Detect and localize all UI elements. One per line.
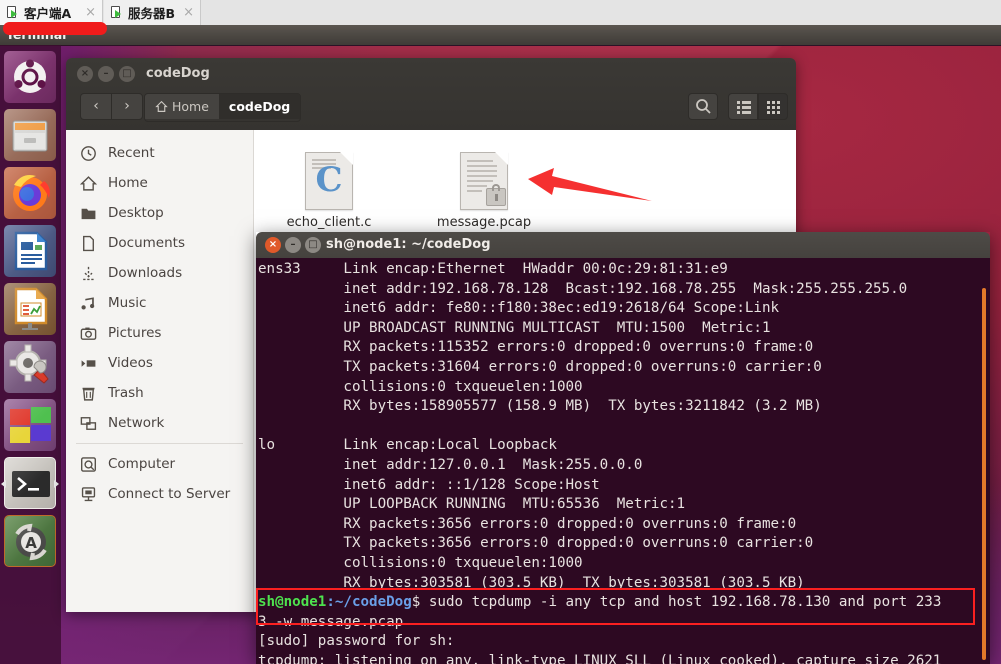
- terminal-window: × – □ sh@node1: ~/codeDog ens33 Link enc…: [256, 232, 990, 664]
- file-item-echo-client-c[interactable]: C echo_client.c: [274, 152, 384, 230]
- sidebar-item-label: Videos: [108, 355, 153, 371]
- forward-button[interactable]: ›: [111, 93, 143, 120]
- camera-icon: [80, 327, 97, 340]
- terminal-minimize-button[interactable]: –: [285, 237, 301, 253]
- breadcrumb-label: codeDog: [228, 99, 291, 114]
- music-icon: [81, 296, 95, 309]
- sidebar-divider: [76, 443, 243, 444]
- back-button[interactable]: ‹: [80, 93, 112, 120]
- annotation-highlight-box: [256, 588, 975, 625]
- sidebar-item-connect-to-server[interactable]: Connect to Server: [66, 479, 253, 509]
- file-manager-title: codeDog: [146, 66, 210, 81]
- breadcrumb-item-home[interactable]: Home: [145, 94, 219, 119]
- sidebar-item-pictures[interactable]: Pictures: [66, 318, 253, 348]
- sidebar-item-music[interactable]: Music: [66, 288, 253, 318]
- grid-view-button[interactable]: [758, 93, 788, 120]
- app-tab-strip: 客户端A × 服务器B ×: [0, 0, 1001, 26]
- window-play-icon: [111, 6, 124, 19]
- search-icon: [696, 99, 711, 114]
- launcher-item-libreoffice-impress[interactable]: [4, 283, 56, 335]
- file-name: message.pcap: [436, 215, 532, 230]
- terminal-close-button[interactable]: ×: [265, 237, 281, 253]
- terminal-ifconfig-output: ens33 Link encap:Ethernet HWaddr 00:0c:2…: [258, 261, 908, 591]
- sidebar-item-label: Desktop: [108, 205, 164, 221]
- sidebar-item-recent[interactable]: Recent: [66, 138, 253, 168]
- launcher-item-firefox[interactable]: [4, 167, 56, 219]
- folder-icon: [81, 208, 96, 219]
- search-button[interactable]: [688, 93, 718, 120]
- breadcrumb-label: Home: [172, 99, 209, 114]
- tab-label: 客户端A: [24, 6, 72, 21]
- sidebar-item-label: Music: [108, 295, 147, 311]
- sidebar-item-label: Connect to Server: [108, 486, 231, 502]
- unity-launcher: A: [0, 45, 61, 664]
- file-manager-sidebar: Recent Home Desktop Documents Downloads …: [66, 130, 254, 612]
- sidebar-item-computer[interactable]: Computer: [66, 449, 253, 479]
- file-manager-titlebar: × – □ codeDog ‹ › Home codeDog: [66, 58, 796, 131]
- tab-server-b[interactable]: 服务器B ×: [104, 0, 201, 25]
- sidebar-item-label: Network: [108, 415, 165, 431]
- launcher-item-files[interactable]: [4, 109, 56, 161]
- launcher-item-ubuntu-software[interactable]: [4, 399, 56, 451]
- video-icon: [81, 359, 96, 367]
- sidebar-item-desktop[interactable]: Desktop: [66, 198, 253, 228]
- sidebar-item-label: Pictures: [108, 325, 162, 341]
- grid-view-icon: [767, 101, 780, 114]
- sidebar-item-documents[interactable]: Documents: [66, 228, 253, 258]
- launcher-focused-indicator-icon: [54, 480, 59, 488]
- sidebar-item-home[interactable]: Home: [66, 168, 253, 198]
- terminal-titlebar: × – □ sh@node1: ~/codeDog: [256, 232, 990, 258]
- window-play-icon: [7, 6, 20, 19]
- redaction-overlay: [3, 22, 107, 35]
- sidebar-item-label: Downloads: [108, 265, 183, 281]
- locked-document-icon: [460, 152, 508, 210]
- sidebar-item-label: Computer: [108, 456, 176, 472]
- sidebar-item-downloads[interactable]: Downloads: [66, 258, 253, 288]
- file-name: echo_client.c: [286, 215, 372, 230]
- launcher-item-system-tools[interactable]: [4, 341, 56, 393]
- home-icon: [80, 175, 97, 191]
- computer-icon: [81, 456, 96, 472]
- breadcrumb: Home codeDog: [144, 93, 302, 122]
- list-view-button[interactable]: [728, 93, 758, 120]
- network-icon: [80, 416, 97, 430]
- breadcrumb-item-codedog[interactable]: codeDog: [218, 94, 301, 119]
- document-icon: [83, 235, 94, 251]
- launcher-item-terminal[interactable]: [1, 457, 59, 509]
- sidebar-item-label: Home: [108, 175, 148, 191]
- annotation-arrow-icon: [528, 168, 652, 201]
- sidebar-item-label: Documents: [108, 235, 185, 251]
- sidebar-item-label: Trash: [108, 385, 144, 401]
- sidebar-item-network[interactable]: Network: [66, 408, 253, 438]
- file-manager-minimize-button[interactable]: –: [98, 66, 114, 82]
- sidebar-item-videos[interactable]: Videos: [66, 348, 253, 378]
- tab-close-icon[interactable]: ×: [177, 6, 194, 19]
- launcher-item-libreoffice-writer[interactable]: [4, 225, 56, 277]
- server-icon: [81, 486, 96, 501]
- tab-close-icon[interactable]: ×: [79, 6, 96, 19]
- file-item-message-pcap[interactable]: message.pcap: [429, 152, 539, 230]
- terminal-scrollbar[interactable]: [982, 288, 986, 660]
- sidebar-item-label: Recent: [108, 145, 155, 161]
- trash-icon: [82, 387, 95, 401]
- tab-label: 服务器B: [128, 6, 176, 21]
- terminal-maximize-button[interactable]: □: [305, 237, 321, 253]
- terminal-title: sh@node1: ~/codeDog: [326, 237, 491, 252]
- list-view-icon: [737, 101, 751, 114]
- terminal-output-after: [sudo] password for sh: tcpdump: listeni…: [258, 633, 942, 664]
- download-icon: [83, 266, 94, 280]
- unity-top-panel: [0, 25, 1001, 46]
- file-manager-close-button[interactable]: ×: [77, 66, 93, 82]
- clock-icon: [81, 145, 96, 161]
- launcher-item-ubuntu-dash[interactable]: [4, 51, 56, 103]
- file-manager-maximize-button[interactable]: □: [119, 66, 135, 82]
- c-source-file-icon: C: [305, 152, 353, 210]
- terminal-body[interactable]: ens33 Link encap:Ethernet HWaddr 00:0c:2…: [256, 258, 990, 664]
- sidebar-item-trash[interactable]: Trash: [66, 378, 253, 408]
- launcher-running-indicator-icon: [1, 480, 6, 488]
- launcher-item-software-updater[interactable]: A: [4, 515, 56, 567]
- home-icon: [155, 100, 168, 112]
